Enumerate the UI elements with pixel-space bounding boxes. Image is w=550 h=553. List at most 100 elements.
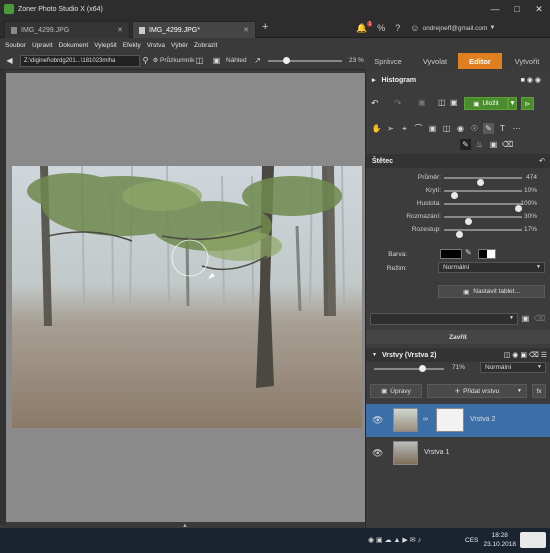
eraser-icon[interactable]: ⌫ bbox=[502, 139, 513, 150]
add-layer-button[interactable]: + Přidat vrstvu ▼ bbox=[427, 384, 527, 398]
undo-icon[interactable]: ↶ bbox=[371, 98, 379, 109]
reset-icon[interactable]: ↶ bbox=[539, 157, 545, 165]
close-tool-button[interactable]: Zavřít bbox=[366, 330, 550, 344]
layer-blend-dropdown[interactable]: Normální ▼ bbox=[480, 362, 546, 373]
notification-icon[interactable]: 🔔 1 bbox=[356, 20, 373, 34]
eyedropper-icon[interactable]: ✎ bbox=[465, 248, 472, 257]
color-swatch-pair[interactable] bbox=[478, 249, 496, 259]
layer-mask-thumbnail[interactable] bbox=[436, 408, 464, 432]
zoom-slider-knob[interactable] bbox=[283, 57, 291, 64]
windows-taskbar: ◉ ▣ ☁ ▲ ▶ ✉ ♪ CES 18:28 23.10.2018 bbox=[0, 528, 550, 553]
back-folder-icon[interactable]: ◀ bbox=[4, 55, 15, 66]
tab-document-2[interactable]: IMG_4299.JPG* ✕ bbox=[132, 21, 256, 38]
effects-button[interactable]: fx bbox=[532, 384, 546, 398]
histogram-options-icon[interactable]: ■ ◉ ◉ bbox=[521, 76, 541, 84]
menu-effects[interactable]: Efekty bbox=[123, 42, 141, 49]
close-window-button[interactable]: ✕ bbox=[528, 0, 550, 18]
gradient-icon[interactable]: ▣ bbox=[488, 139, 499, 150]
tablet-settings-button[interactable]: ▣ Nastavit tablet... bbox=[438, 285, 545, 298]
layer-item-1[interactable]: 👁 Vrstva 1 bbox=[366, 437, 550, 470]
spacing-value[interactable]: 17% bbox=[507, 226, 537, 233]
zoom-slider[interactable] bbox=[268, 57, 342, 64]
clock[interactable]: 18:28 23.10.2018 bbox=[483, 531, 516, 549]
visibility-eye-icon[interactable]: 👁 bbox=[372, 448, 383, 459]
image-preview-icon: ▣ bbox=[212, 56, 221, 65]
layers-header[interactable]: ▼ Vrstvy (Vrstva 2) ◫ ◉ ▣ ⌫ ☰ bbox=[366, 348, 550, 362]
menu-enhance[interactable]: Vylepšit bbox=[94, 42, 117, 49]
minimize-button[interactable]: — bbox=[484, 0, 506, 18]
histogram-header[interactable]: ▸ Histogram ■ ◉ ◉ bbox=[366, 73, 550, 87]
path-field[interactable]: Z:\diginef\obrdg201...\181023mlha bbox=[20, 55, 140, 67]
discount-icon[interactable]: % bbox=[377, 23, 385, 33]
tray-app-icons[interactable]: ◉ ▣ ☁ ▲ ▶ ✉ ♪ bbox=[368, 536, 421, 544]
mode-editor-button[interactable]: Editor bbox=[458, 53, 502, 69]
brush-mode-dropdown[interactable]: Normální ▼ bbox=[438, 262, 545, 273]
tab-document-1[interactable]: IMG_4299.JPG ✕ bbox=[4, 21, 130, 38]
layer-opacity-value[interactable]: 71% bbox=[452, 364, 465, 371]
preview-label[interactable]: Náhled bbox=[226, 57, 247, 64]
menu-view[interactable]: Zobrazit bbox=[194, 42, 217, 49]
help-icon[interactable]: ? bbox=[395, 23, 400, 33]
account-email[interactable]: ondrejneff@gmail.com bbox=[422, 25, 487, 32]
menu-file[interactable]: Soubor bbox=[5, 42, 26, 49]
mode-create-button[interactable]: Vytvořit bbox=[504, 53, 550, 69]
share-button[interactable]: ⊳ bbox=[521, 97, 534, 110]
redo-icon[interactable]: ↷ bbox=[394, 98, 402, 109]
opacity-value[interactable]: 10% bbox=[507, 187, 537, 194]
layer-item-2[interactable]: 👁 ∞ Vrstva 2 bbox=[366, 404, 550, 437]
edited-photo[interactable] bbox=[12, 166, 362, 428]
blur-value[interactable]: 30% bbox=[507, 213, 537, 220]
layer-opacity-knob[interactable] bbox=[418, 365, 426, 372]
more-tools-icon[interactable]: ⋯ bbox=[511, 123, 522, 134]
history-icon[interactable]: ▣ bbox=[418, 98, 426, 107]
add-folder-icon[interactable]: ◫ bbox=[194, 55, 205, 66]
mode-develop-button[interactable]: Vyvolat bbox=[414, 53, 456, 69]
explorer-label[interactable]: Průzkumník bbox=[160, 57, 194, 64]
clone-tool-icon[interactable]: ☉ bbox=[469, 123, 480, 134]
select-tool-icon[interactable]: ➢ bbox=[385, 123, 396, 134]
layer-actions-icons[interactable]: ◫ ◉ ▣ ⌫ ☰ bbox=[504, 351, 547, 359]
language-indicator[interactable]: CES bbox=[465, 537, 478, 544]
color-swatch-black[interactable] bbox=[440, 249, 462, 259]
spacing-knob[interactable] bbox=[456, 231, 464, 238]
save-button[interactable]: ▣ Uložit bbox=[464, 97, 508, 110]
new-tab-icon[interactable]: + bbox=[262, 21, 268, 33]
straighten-tool-icon[interactable]: ⌒ bbox=[413, 123, 424, 134]
menu-bar: Soubor Upravit Dokument Vylepšit Efekty … bbox=[0, 38, 550, 52]
eye-tool-icon[interactable]: ◉ bbox=[455, 123, 466, 134]
link-icon[interactable]: ∞ bbox=[423, 416, 428, 423]
text-tool-icon[interactable]: T bbox=[497, 123, 508, 134]
visibility-eye-icon[interactable]: 👁 bbox=[372, 415, 383, 426]
user-icon[interactable]: ☺ bbox=[410, 23, 419, 33]
image-canvas[interactable] bbox=[6, 73, 365, 522]
menu-document[interactable]: Dokument bbox=[59, 42, 89, 49]
preset-dropdown[interactable]: ▼ bbox=[370, 313, 518, 325]
perspective-tool-icon[interactable]: ◫ bbox=[441, 123, 452, 134]
transform-tool-icon[interactable]: ▣ bbox=[427, 123, 438, 134]
paint-brush-icon[interactable]: ✎ bbox=[460, 139, 471, 150]
delete-preset-icon[interactable]: ⌫ bbox=[534, 313, 545, 324]
notification-center-icon[interactable] bbox=[520, 532, 546, 548]
menu-selection[interactable]: Výběr bbox=[171, 42, 188, 49]
menu-layer[interactable]: Vrstva bbox=[147, 42, 165, 49]
compare-icon[interactable]: ◫ bbox=[438, 98, 446, 107]
external-view-icon[interactable]: ↗ bbox=[252, 55, 263, 66]
dropdown-arrow-icon: ▼ bbox=[536, 264, 541, 270]
account-dropdown-icon[interactable]: ▼ bbox=[489, 25, 495, 31]
brush-tool-icon[interactable]: ✎ bbox=[483, 123, 494, 134]
menu-edit[interactable]: Upravit bbox=[32, 42, 53, 49]
adjustments-button[interactable]: ▣ Úpravy bbox=[370, 384, 422, 398]
diameter-value[interactable]: 474 bbox=[507, 174, 537, 181]
close-tab-icon[interactable]: ✕ bbox=[243, 26, 249, 34]
crop-tool-icon[interactable]: ⌖ bbox=[399, 123, 410, 134]
close-tab-icon[interactable]: ✕ bbox=[117, 26, 123, 34]
maximize-button[interactable]: □ bbox=[506, 0, 528, 18]
mode-manager-button[interactable]: Správce bbox=[366, 53, 410, 69]
save-dropdown-button[interactable]: ▼ bbox=[508, 97, 517, 110]
hand-tool-icon[interactable]: ✋ bbox=[371, 123, 382, 134]
bucket-icon[interactable]: ♨ bbox=[474, 139, 485, 150]
layer-opacity-slider[interactable] bbox=[374, 365, 444, 372]
density-value[interactable]: 100% bbox=[507, 200, 537, 207]
original-icon[interactable]: ▣ bbox=[450, 98, 458, 107]
save-preset-icon[interactable]: ▣ bbox=[520, 313, 531, 324]
